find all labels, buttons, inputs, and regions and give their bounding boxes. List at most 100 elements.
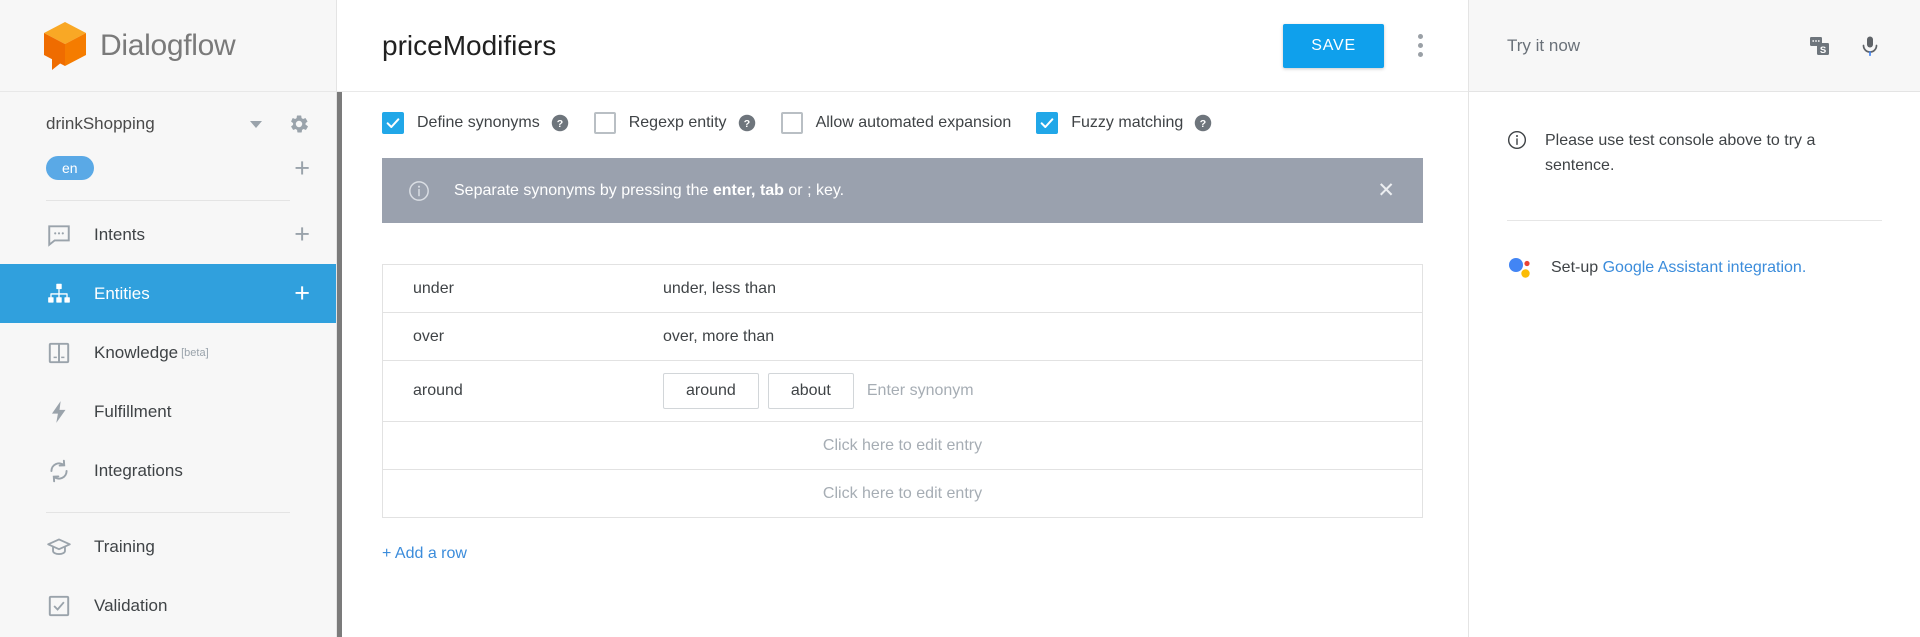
graduation-cap-icon (46, 534, 72, 560)
kebab-menu-icon[interactable] (1402, 26, 1438, 66)
google-assistant-text: Set-up Google Assistant integration. (1551, 259, 1806, 277)
google-assistant-dots-icon (1507, 255, 1533, 281)
agent-name: drinkShopping (46, 114, 155, 133)
sidebar-item-integrations[interactable]: Integrations (0, 441, 336, 500)
info-circle-icon (1507, 130, 1527, 150)
info-banner: Separate synonyms by pressing the enter,… (382, 158, 1423, 223)
option-allow-automated-expansion[interactable]: Allow automated expansion (780, 112, 1012, 134)
chevron-down-icon[interactable] (250, 120, 262, 128)
option-regexp-entity[interactable]: Regexp entity ? (593, 112, 756, 134)
table-row[interactable]: over over, more than (383, 313, 1422, 361)
regexp-entity-checkbox[interactable] (593, 112, 616, 134)
help-icon[interactable]: ? (738, 114, 756, 132)
book-icon (46, 340, 72, 366)
sidebar-item-validation[interactable]: Validation (0, 576, 336, 635)
sidebar-item-entities[interactable]: Entities + (0, 264, 336, 323)
entry-reference-value: under (413, 279, 454, 297)
google-assistant-integration-link[interactable]: Google Assistant integration. (1603, 259, 1807, 276)
option-define-synonyms[interactable]: Define synonyms ? (382, 112, 569, 134)
empty-entry-placeholder: Click here to edit entry (822, 484, 983, 502)
svg-text:?: ? (1200, 118, 1206, 130)
sidebar-item-label: Training (94, 536, 155, 556)
sidebar-item-knowledge[interactable]: Knowledge [beta] (0, 323, 336, 382)
add-entity-plus-icon[interactable]: + (294, 280, 310, 307)
fuzzy-matching-checkbox[interactable] (1036, 112, 1059, 134)
refresh-cycle-icon (46, 458, 72, 484)
option-label: Fuzzy matching (1071, 114, 1184, 131)
sidebar-item-label: Intents (94, 224, 146, 244)
option-label: Define synonyms (417, 114, 540, 131)
table-row-editing[interactable]: around around about (383, 361, 1422, 422)
entry-reference-value: around (413, 382, 463, 399)
page-scrollbar[interactable] (337, 92, 342, 637)
entry-synonyms: under, less than (663, 279, 776, 297)
language-row: en + (0, 148, 336, 188)
table-row[interactable]: under under, less than (383, 265, 1422, 313)
table-row-empty[interactable]: Click here to edit entry (383, 470, 1422, 518)
add-language-plus-icon[interactable]: + (294, 154, 310, 182)
sidebar-item-label: Entities (94, 283, 150, 303)
page-title: priceModifiers (382, 29, 557, 61)
add-intent-plus-icon[interactable]: + (294, 221, 310, 248)
sidebar: Dialogflow drinkShopping en + Intents + … (0, 0, 342, 637)
banner-text-bold: enter, tab (712, 181, 784, 199)
kebab-dot (1417, 34, 1423, 39)
kebab-dot (1417, 52, 1423, 57)
sidebar-item-fulfillment[interactable]: Fulfillment (0, 382, 336, 441)
test-console-note-text: Please use test console above to try a s… (1545, 132, 1816, 174)
entity-editor: Define synonyms ? Regexp entity ? Allow … (337, 92, 1468, 563)
sidebar-divider-top (46, 200, 290, 201)
chat-bubble-icon (46, 222, 72, 248)
sidebar-item-label: Integrations (94, 460, 183, 480)
checkbox-check-icon (46, 593, 72, 619)
main-content: priceModifiers SAVE Define synonyms ? Re… (337, 0, 1469, 637)
empty-entry-placeholder: Click here to edit entry (822, 436, 983, 454)
banner-text-after: or ; key. (783, 181, 845, 199)
sidebar-item-intents[interactable]: Intents + (0, 205, 336, 264)
define-synonyms-checkbox[interactable] (382, 112, 404, 134)
synonym-chip[interactable]: around (663, 373, 759, 409)
beta-badge: [beta] (181, 346, 209, 359)
entity-options-row: Define synonyms ? Regexp entity ? Allow … (382, 92, 1423, 154)
right-panel-divider (1507, 220, 1882, 221)
brand-name: Dialogflow (100, 28, 236, 62)
sidebar-item-label: Knowledge (94, 342, 179, 362)
help-icon[interactable]: ? (551, 114, 569, 132)
allow-automated-expansion-checkbox[interactable] (780, 112, 803, 134)
entry-synonym-chips: around about (663, 373, 1422, 409)
sitemap-icon (46, 281, 72, 307)
assistant-prefix: Set-up (1551, 259, 1603, 276)
test-console-icon[interactable]: S (1808, 34, 1832, 58)
entity-entries-table: under under, less than over over, more t… (382, 264, 1423, 518)
try-it-now-body: Please use test console above to try a s… (1469, 92, 1920, 281)
test-console-note: Please use test console above to try a s… (1507, 128, 1882, 178)
option-fuzzy-matching[interactable]: Fuzzy matching ? (1036, 112, 1212, 134)
sidebar-item-training[interactable]: Training (0, 517, 336, 576)
dialogflow-console: Dialogflow drinkShopping en + Intents + … (0, 0, 1920, 637)
lightning-bolt-icon (46, 399, 72, 425)
svg-text:S: S (1820, 45, 1826, 56)
agent-selector[interactable]: drinkShopping (0, 100, 336, 148)
try-it-now-title: Try it now (1507, 35, 1581, 55)
option-label: Regexp entity (628, 114, 727, 131)
synonym-input[interactable] (862, 376, 1103, 406)
language-chip[interactable]: en (46, 156, 94, 180)
try-it-now-header: Try it now S (1469, 0, 1920, 92)
google-assistant-row[interactable]: Set-up Google Assistant integration. (1507, 255, 1882, 281)
close-x-icon[interactable]: ✕ (1371, 176, 1401, 205)
sidebar-item-label: Fulfillment (94, 401, 172, 421)
microphone-icon[interactable] (1858, 34, 1882, 58)
synonym-chip[interactable]: about (767, 373, 854, 409)
option-label: Allow automated expansion (815, 114, 1012, 131)
help-icon[interactable]: ? (1194, 114, 1212, 132)
brand-logo[interactable]: Dialogflow (0, 0, 336, 92)
info-banner-text: Separate synonyms by pressing the enter,… (454, 182, 1371, 200)
kebab-dot (1417, 43, 1423, 48)
add-a-row-link[interactable]: + Add a row (382, 545, 467, 563)
dialogflow-cube-logo-icon (42, 20, 88, 72)
save-button[interactable]: SAVE (1283, 23, 1384, 68)
main-header: priceModifiers SAVE (337, 0, 1468, 92)
banner-text-before: Separate synonyms by pressing the (454, 181, 713, 199)
gear-icon[interactable] (288, 113, 310, 135)
table-row-empty[interactable]: Click here to edit entry (383, 422, 1422, 470)
